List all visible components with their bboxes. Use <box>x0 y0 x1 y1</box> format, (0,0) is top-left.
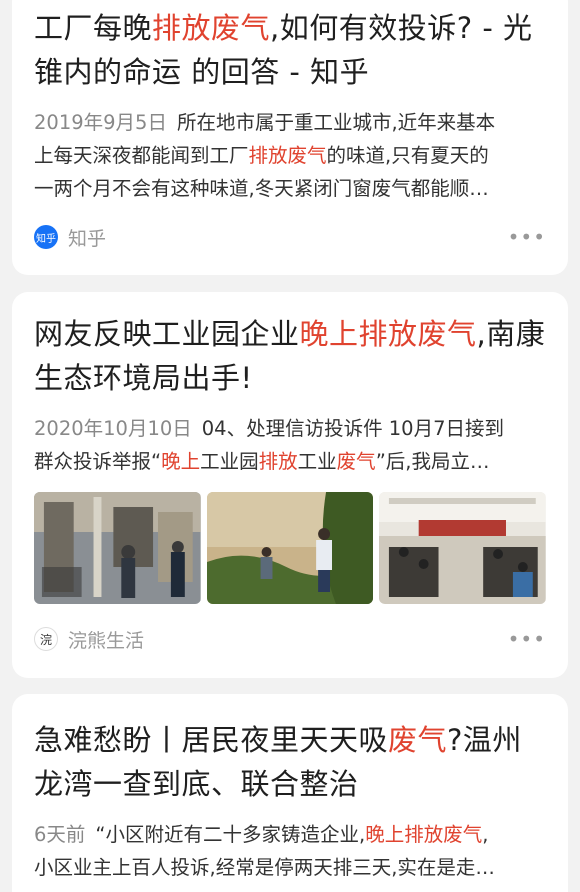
search-results-feed: 工厂每晚排放废气,如何有效投诉? - 光 锥内的命运 的回答 - 知乎 2019… <box>0 0 580 892</box>
result-card[interactable]: 网友反映工业园企业晚上排放废气,南康 生态环境局出手! 2020年10月10日 0… <box>12 292 568 678</box>
title-text: 锥内的命运 的回答 - 知乎 <box>34 55 370 89</box>
snippet-text: 工业 <box>297 450 337 473</box>
result-card[interactable]: 工厂每晚排放废气,如何有效投诉? - 光 锥内的命运 的回答 - 知乎 2019… <box>12 0 568 275</box>
result-snippet: 2020年10月10日 04、处理信访投诉件 10月7日接到 群众投诉举报“晚上工… <box>34 412 546 478</box>
result-title[interactable]: 网友反映工业园企业晚上排放废气,南康 生态环境局出手! <box>34 312 546 400</box>
result-title[interactable]: 工厂每晚排放废气,如何有效投诉? - 光 锥内的命运 的回答 - 知乎 <box>34 6 546 94</box>
thumbnail-meeting-room[interactable] <box>379 492 547 604</box>
result-source[interactable]: 浣 浣熊生活 ••• <box>34 624 546 654</box>
result-image-row <box>34 492 547 604</box>
result-source[interactable]: 知乎 知乎 ••• <box>34 222 546 252</box>
snippet-highlight: 排放废气 <box>248 144 327 167</box>
title-text: 生态环境局出手! <box>34 361 253 395</box>
snippet-highlight: 晚上排放废气 <box>365 823 483 846</box>
snippet-highlight: 排放 <box>258 450 298 473</box>
more-options-icon[interactable]: ••• <box>508 225 546 249</box>
title-text: 网友反映工业园企业 <box>34 317 300 351</box>
title-text: 龙湾一查到底、联合整治 <box>34 767 359 801</box>
snippet-text: 04、处理信访投诉件 10月7日接到 <box>201 417 504 440</box>
snippet-text: 的味道,只有夏天的 <box>326 144 489 167</box>
result-date: 6天前 <box>34 823 86 846</box>
more-options-icon[interactable]: ••• <box>508 627 546 651</box>
snippet-text: 所在地市属于重工业城市,近年来基本 <box>176 111 496 134</box>
result-date: 2020年10月10日 <box>34 417 192 440</box>
result-snippet: 2019年9月5日 所在地市属于重工业城市,近年来基本 上每天深夜都能闻到工厂排放… <box>34 106 546 205</box>
source-name: 知乎 <box>68 227 107 250</box>
snippet-text: 工业园 <box>200 450 259 473</box>
thumbnail-riverside-inspection[interactable] <box>206 492 374 604</box>
snippet-text: 一两个月不会有这种味道,冬天紧闭门窗废气都能顺… <box>34 177 489 200</box>
snippet-highlight: 晚上 <box>161 450 201 473</box>
result-date: 2019年9月5日 <box>34 111 167 134</box>
result-snippet: 6天前 “小区附近有二十多家铸造企业,晚上排放废气, 小区业主上百人投诉,经常是停… <box>34 818 546 884</box>
title-highlight: 废气 <box>388 723 448 757</box>
snippet-text: ”后,我局立… <box>375 450 490 473</box>
raccoon-logo-icon: 浣 <box>34 627 58 651</box>
title-text: 急难愁盼丨居民夜里天天吸 <box>34 723 389 757</box>
title-text: ,如何有效投诉? - 光 <box>270 11 533 45</box>
result-card[interactable]: 急难愁盼丨居民夜里天天吸废气?温州 龙湾一查到底、联合整治 6天前 “小区附近有二… <box>12 694 568 892</box>
title-text: ?温州 <box>447 723 522 757</box>
title-text: ,南康 <box>476 317 546 351</box>
snippet-text: 上每天深夜都能闻到工厂 <box>34 144 249 167</box>
title-highlight: 晚上排放废气 <box>299 317 477 351</box>
snippet-text: , <box>482 823 489 846</box>
zhihu-logo-icon: 知乎 <box>34 225 58 249</box>
snippet-text: 小区业主上百人投诉,经常是停两天排三天,实在是走… <box>34 856 495 879</box>
result-title[interactable]: 急难愁盼丨居民夜里天天吸废气?温州 龙湾一查到底、联合整治 <box>34 718 546 806</box>
thumbnail-factory-inspection[interactable] <box>34 492 201 604</box>
source-name: 浣熊生活 <box>68 629 145 652</box>
title-highlight: 排放废气 <box>152 11 271 45</box>
snippet-highlight: 废气 <box>336 450 376 473</box>
snippet-text: 群众投诉举报“ <box>34 450 162 473</box>
title-text: 工厂每晚 <box>34 11 153 45</box>
snippet-text: “小区附近有二十多家铸造企业, <box>95 823 366 846</box>
